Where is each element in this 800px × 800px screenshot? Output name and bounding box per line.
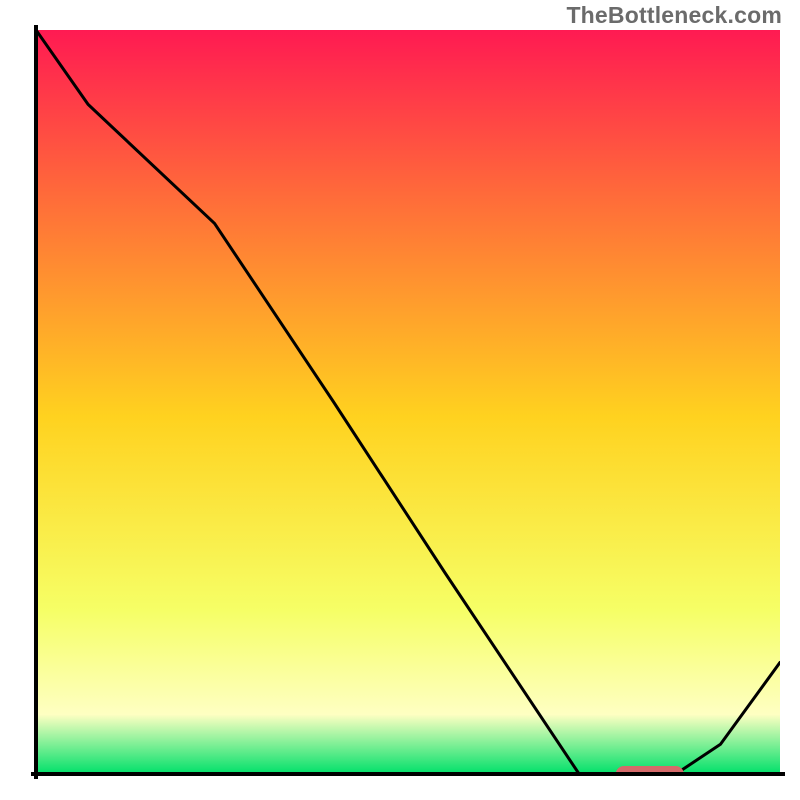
gradient-background	[36, 30, 780, 774]
bottleneck-chart	[0, 0, 800, 800]
watermark-text: TheBottleneck.com	[566, 2, 782, 29]
